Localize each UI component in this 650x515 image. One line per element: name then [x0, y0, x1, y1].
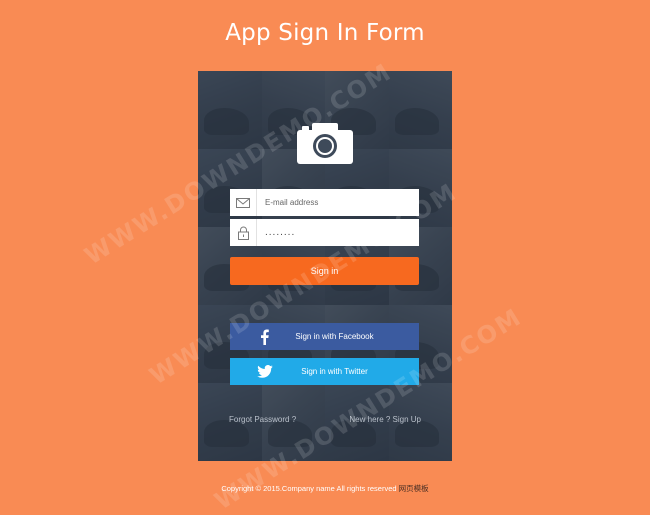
signin-card: Sign in Sign in with Facebook Sign in wi… [198, 71, 452, 461]
facebook-button-label: Sign in with Facebook [295, 332, 374, 341]
password-input[interactable] [257, 220, 415, 245]
envelope-icon [230, 189, 257, 216]
page-title: App Sign In Form [225, 20, 425, 46]
signin-button[interactable]: Sign in [230, 257, 419, 285]
facebook-signin-button[interactable]: Sign in with Facebook [230, 323, 419, 350]
email-input[interactable] [257, 190, 415, 215]
lock-icon [230, 219, 257, 246]
twitter-button-label: Sign in with Twitter [301, 367, 368, 376]
email-field[interactable] [230, 189, 419, 216]
facebook-icon [256, 328, 273, 345]
password-field[interactable] [230, 219, 419, 246]
camera-icon [297, 122, 353, 164]
forgot-password-link[interactable]: Forgot Password ? [229, 415, 296, 424]
template-link[interactable]: 网页模板 [399, 484, 429, 493]
twitter-signin-button[interactable]: Sign in with Twitter [230, 358, 419, 385]
copyright-text: Copyright © 2015.Company name All rights… [221, 484, 397, 493]
footer: Copyright © 2015.Company name All rights… [0, 483, 650, 494]
signup-link[interactable]: New here ? Sign Up [349, 415, 421, 424]
twitter-icon [256, 363, 273, 380]
